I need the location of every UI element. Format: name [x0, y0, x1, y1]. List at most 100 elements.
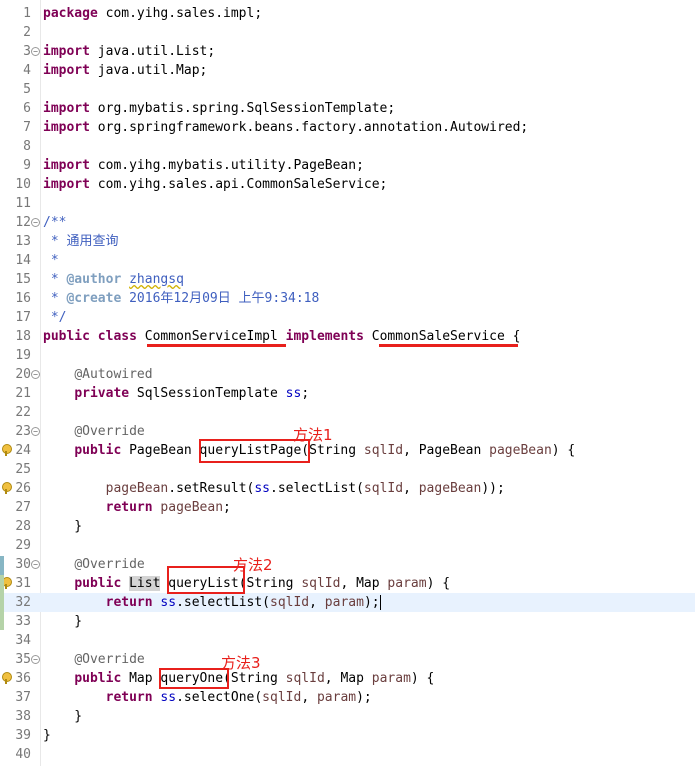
code-line[interactable]: 38 }: [0, 707, 695, 726]
code-line[interactable]: 35− @Override: [0, 650, 695, 669]
code-line[interactable]: 6 import org.mybatis.spring.SqlSessionTem…: [0, 99, 695, 118]
code-line[interactable]: 9 import com.yihg.mybatis.utility.PageBea…: [0, 156, 695, 175]
code-token: param: [387, 576, 427, 591]
code-text: }: [43, 517, 82, 536]
code-text: }: [43, 612, 82, 631]
code-token: , Map: [324, 671, 372, 686]
override-marker-icon[interactable]: [2, 672, 12, 684]
code-token: }: [43, 728, 51, 743]
line-number: 15: [15, 272, 31, 287]
code-line[interactable]: 8: [0, 137, 695, 156]
code-editor[interactable]: 1 package com.yihg.sales.impl; 2 3− import j…: [0, 0, 695, 766]
code-text: private SqlSessionTemplate ss;: [43, 384, 309, 403]
code-token: sqlId: [301, 576, 341, 591]
code-line[interactable]: 19: [0, 346, 695, 365]
code-token: return: [105, 595, 153, 610]
code-line[interactable]: 1 package com.yihg.sales.impl;: [0, 4, 695, 23]
override-marker-icon[interactable]: [2, 444, 12, 456]
code-line[interactable]: 32 return ss.selectList(sqlId, param);: [0, 593, 695, 612]
fold-toggle-icon[interactable]: −: [31, 370, 40, 379]
code-token: }: [43, 519, 83, 534]
code-token: com.yihg.sales.api.CommonSaleService;: [89, 177, 388, 192]
code-line[interactable]: 22: [0, 403, 695, 422]
code-line[interactable]: 20− @Autowired: [0, 365, 695, 384]
code-line[interactable]: 10 import com.yihg.sales.api.CommonSaleSe…: [0, 175, 695, 194]
code-line[interactable]: 15 * @author zhangsq: [0, 270, 695, 289]
code-token: /**: [43, 215, 67, 230]
code-text: @Override: [43, 422, 145, 441]
line-number: 20: [15, 367, 31, 382]
code-token: return: [105, 500, 153, 515]
code-token: .setResult(: [168, 481, 255, 496]
code-line[interactable]: 30− @Override: [0, 555, 695, 574]
code-text: * @create 2016年12月09日 上午9:34:18: [43, 289, 320, 308]
code-line[interactable]: 2: [0, 23, 695, 42]
code-line[interactable]: 4 import java.util.Map;: [0, 61, 695, 80]
interface-name-underline: [379, 344, 518, 347]
code-token: ,: [301, 690, 317, 705]
code-text: import org.springframework.beans.factory…: [43, 118, 528, 137]
line-number: 13: [15, 234, 31, 249]
code-text: import com.yihg.mybatis.utility.PageBean…: [43, 156, 364, 175]
fold-toggle-icon[interactable]: −: [31, 47, 40, 56]
code-line[interactable]: 11: [0, 194, 695, 213]
code-token: 2016年12月09日 上午9:34:18: [121, 291, 320, 306]
code-token: private: [74, 386, 130, 401]
code-line[interactable]: 12−/**: [0, 213, 695, 232]
code-line[interactable]: 37 return ss.selectOne(sqlId, param);: [0, 688, 695, 707]
override-marker-icon[interactable]: [2, 482, 12, 494]
code-token: *: [43, 272, 67, 287]
fold-toggle-icon[interactable]: −: [31, 218, 40, 227]
code-line[interactable]: 5: [0, 80, 695, 99]
code-token: ,: [309, 595, 325, 610]
code-line[interactable]: 40: [0, 745, 695, 764]
code-token: public: [43, 329, 90, 344]
code-text: return ss.selectList(sqlId, param);: [43, 593, 381, 612]
code-token: sqlId: [262, 690, 302, 705]
code-line[interactable]: 23− @Override: [0, 422, 695, 441]
code-line[interactable]: 18 public class CommonServiceImpl impleme…: [0, 327, 695, 346]
code-line[interactable]: 7 import org.springframework.beans.factor…: [0, 118, 695, 137]
code-token: import: [43, 158, 90, 173]
code-token: List: [129, 576, 161, 591]
code-line[interactable]: 13 * 通用查询: [0, 232, 695, 251]
code-token: pageBean: [105, 481, 169, 496]
fold-toggle-icon[interactable]: −: [31, 427, 40, 436]
line-number: 7: [23, 120, 31, 135]
code-line[interactable]: 3− import java.util.List;: [0, 42, 695, 61]
code-text: return ss.selectOne(sqlId, param);: [43, 688, 372, 707]
code-text: pageBean.setResult(ss.selectList(sqlId, …: [43, 479, 505, 498]
code-text: @Override: [43, 555, 145, 574]
code-line[interactable]: 33 }: [0, 612, 695, 631]
line-number: 12: [15, 215, 31, 230]
fold-toggle-icon[interactable]: −: [31, 655, 40, 664]
code-line[interactable]: 27 return pageBean;: [0, 498, 695, 517]
code-line[interactable]: 29: [0, 536, 695, 555]
code-token: @Override: [74, 424, 145, 439]
line-number: 38: [15, 709, 31, 724]
code-line[interactable]: 34: [0, 631, 695, 650]
code-line[interactable]: 21 private SqlSessionTemplate ss;: [0, 384, 695, 403]
code-line[interactable]: 36 public Map queryOne(String sqlId, Map…: [0, 669, 695, 688]
code-line[interactable]: 17 */: [0, 308, 695, 327]
code-line[interactable]: 39}: [0, 726, 695, 745]
code-line[interactable]: 25: [0, 460, 695, 479]
code-text: import org.mybatis.spring.SqlSessionTemp…: [43, 99, 395, 118]
change-bar: [0, 556, 4, 575]
code-line[interactable]: 28 }: [0, 517, 695, 536]
code-text: *: [43, 251, 59, 270]
code-token: zhangsq: [129, 272, 184, 287]
code-line[interactable]: 31 public List queryList(String sqlId, M…: [0, 574, 695, 593]
fold-toggle-icon[interactable]: −: [31, 560, 40, 569]
code-token: @Override: [74, 557, 145, 572]
code-line[interactable]: 26 pageBean.setResult(ss.selectList(sqlI…: [0, 479, 695, 498]
code-line[interactable]: 14 *: [0, 251, 695, 270]
code-line[interactable]: 16 * @create 2016年12月09日 上午9:34:18: [0, 289, 695, 308]
code-line[interactable]: 24 public PageBean queryListPage(String …: [0, 441, 695, 460]
code-token: SqlSessionTemplate: [129, 386, 286, 401]
